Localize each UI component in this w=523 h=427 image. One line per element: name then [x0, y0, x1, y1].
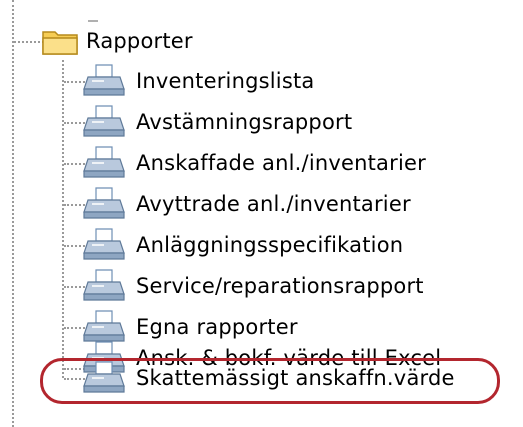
- tree-folder-rapporter[interactable]: Rapporter: [40, 21, 193, 61]
- report-label: Service/reparationsrapport: [136, 274, 424, 298]
- tree-item-report[interactable]: Anskaffade anl./inventarier: [82, 143, 426, 183]
- report-label: Skattemässigt anskaffn.värde: [136, 366, 455, 390]
- printer-icon: [82, 184, 126, 224]
- tree-line-root: [12, 0, 14, 427]
- report-tree: Rapporter Inventeringslista Avstämningsr…: [0, 0, 523, 427]
- tree-item-report[interactable]: Avyttrade anl./inventarier: [82, 184, 411, 224]
- tree-item-report-highlighted[interactable]: Skattemässigt anskaffn.värde: [82, 358, 455, 398]
- printer-icon: [82, 102, 126, 142]
- report-label: Anläggningsspecifikation: [136, 233, 404, 257]
- report-label: Avyttrade anl./inventarier: [136, 192, 411, 216]
- printer-icon: [82, 266, 126, 306]
- tree-line-children: [62, 60, 64, 378]
- folder-icon: [40, 21, 80, 61]
- tree-item-report[interactable]: Anläggningsspecifikation: [82, 225, 403, 265]
- report-label: Anskaffade anl./inventarier: [136, 151, 426, 175]
- folder-label: Rapporter: [86, 29, 193, 53]
- tree-item-report[interactable]: Service/reparationsrapport: [82, 266, 424, 306]
- printer-icon: [82, 143, 126, 183]
- tree-item-report[interactable]: Inventeringslista: [82, 61, 314, 101]
- tree-item-report[interactable]: Avstämningsrapport: [82, 102, 352, 142]
- report-label: Avstämningsrapport: [136, 110, 353, 134]
- printer-icon: [82, 225, 126, 265]
- printer-icon: [82, 358, 126, 398]
- report-label: Inventeringslista: [136, 69, 315, 93]
- printer-icon: [82, 61, 126, 101]
